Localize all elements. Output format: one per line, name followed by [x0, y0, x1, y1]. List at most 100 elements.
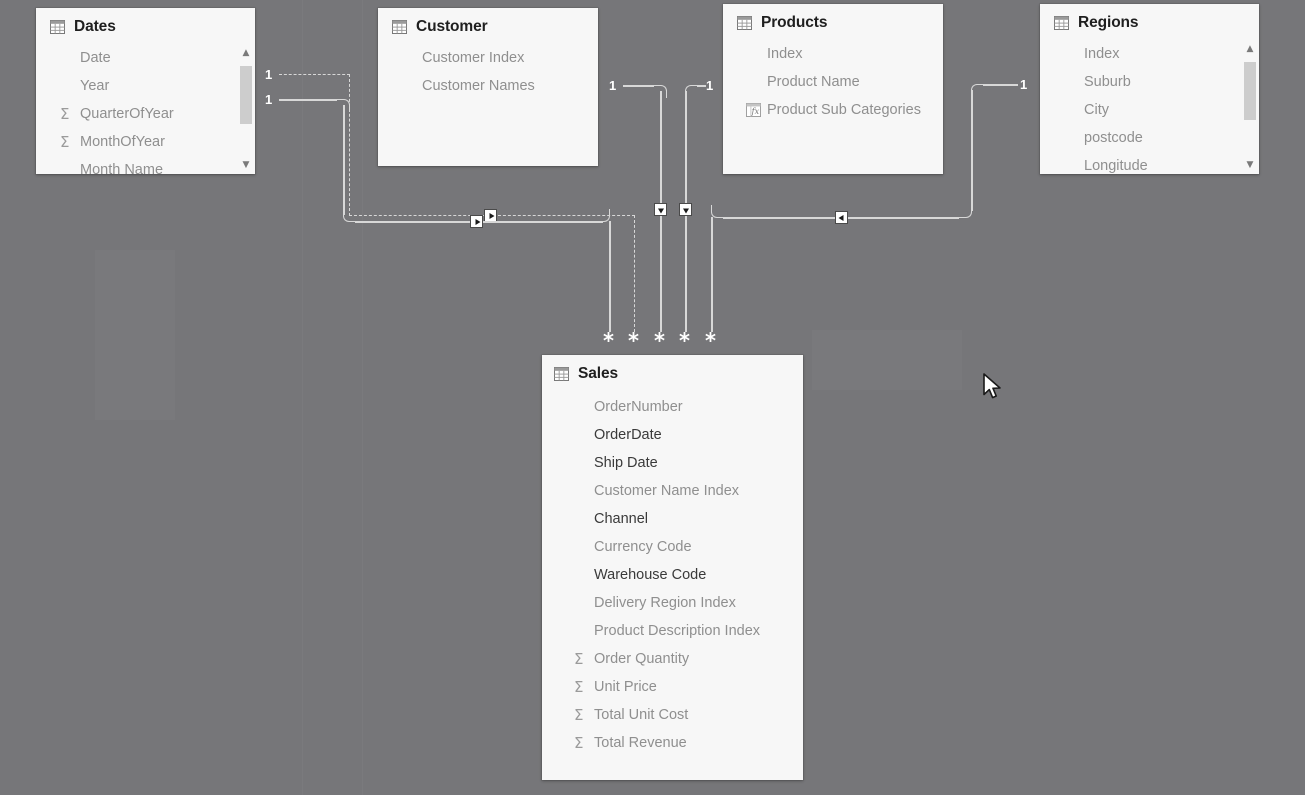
field-row[interactable]: Σ MonthOfYear [36, 128, 255, 156]
field-row[interactable]: City [1040, 96, 1259, 124]
field-row[interactable]: Σ Unit Price [542, 673, 803, 701]
field-row[interactable]: Currency Code [542, 533, 803, 561]
table-title: Dates [74, 18, 116, 35]
table-title: Products [761, 14, 828, 31]
field-label: Product Description Index [594, 623, 761, 639]
cardinality-one-label: 1 [265, 67, 273, 82]
scroll-up-chevron-icon[interactable]: ▲ [1243, 42, 1257, 56]
field-label: Customer Name Index [594, 483, 740, 499]
sigma-icon: Σ [60, 104, 70, 123]
field-label: OrderNumber [594, 399, 683, 415]
scrollbar-thumb[interactable] [1244, 62, 1256, 120]
table-card-header[interactable]: Sales [542, 355, 803, 387]
field-label: Year [80, 78, 110, 94]
field-label: MonthOfYear [80, 134, 165, 150]
field-label: Customer Index [422, 50, 525, 66]
field-row[interactable]: OrderDate [542, 421, 803, 449]
field-row[interactable]: Index [1040, 40, 1259, 68]
svg-text:fx: fx [750, 106, 759, 116]
field-row[interactable]: OrderNumber [542, 393, 803, 421]
field-row[interactable]: Customer Name Index [542, 477, 803, 505]
table-card-products[interactable]: Products Index Product Name fx Product S… [723, 4, 943, 174]
cross-filter-direction-marker[interactable] [654, 203, 667, 216]
relationship-line-segment [634, 215, 635, 332]
field-row[interactable]: Index [723, 40, 943, 68]
field-label: Total Revenue [594, 735, 687, 751]
field-row[interactable]: Longitude [1040, 152, 1259, 174]
field-row[interactable]: Σ Total Revenue [542, 729, 803, 757]
field-row[interactable]: postcode [1040, 124, 1259, 152]
field-label: Index [1084, 46, 1120, 62]
card-scrollbar[interactable]: ▲ ▼ [239, 46, 253, 172]
field-label: City [1084, 102, 1109, 118]
field-row[interactable]: Suburb [1040, 68, 1259, 96]
field-row[interactable]: Channel [542, 505, 803, 533]
cardinality-many-label: * [679, 329, 690, 353]
field-list: OrderNumber OrderDate Ship Date Customer… [542, 387, 803, 757]
scroll-up-chevron-icon[interactable]: ▲ [239, 46, 253, 60]
relationship-line-corner [959, 205, 972, 218]
table-card-header[interactable]: Products [723, 4, 943, 36]
field-row[interactable]: Month Name [36, 156, 255, 174]
calculated-column-icon: fx [746, 103, 761, 117]
cross-filter-direction-marker[interactable] [679, 203, 692, 216]
background-band [302, 0, 303, 795]
field-label: Longitude [1084, 158, 1148, 174]
field-label: Channel [594, 511, 649, 527]
cross-filter-direction-marker[interactable] [470, 215, 483, 228]
model-view-canvas[interactable]: 1 * 1 * 1 * 1 * 1 * Dates Date Year Σ Qu… [0, 0, 1305, 795]
field-list: Customer Index Customer Names [378, 40, 598, 100]
field-label: Ship Date [594, 455, 658, 471]
table-card-dates[interactable]: Dates Date Year Σ QuarterOfYear Σ MonthO… [36, 8, 255, 174]
field-row[interactable]: Year [36, 72, 255, 100]
sigma-icon: Σ [574, 705, 584, 724]
cross-filter-direction-marker[interactable] [835, 211, 848, 224]
field-row[interactable]: Warehouse Code [542, 561, 803, 589]
field-row[interactable]: Date [36, 44, 255, 72]
field-row[interactable]: Delivery Region Index [542, 589, 803, 617]
field-row[interactable]: Ship Date [542, 449, 803, 477]
field-label: Date [80, 50, 111, 66]
field-label: Customer Names [422, 78, 535, 94]
field-row[interactable]: Σ QuarterOfYear [36, 100, 255, 128]
table-card-customer[interactable]: Customer Customer Index Customer Names [378, 8, 598, 166]
relationship-line-corner [685, 85, 698, 98]
field-label: Month Name [80, 162, 164, 174]
cardinality-one-label: 1 [265, 92, 273, 107]
field-row[interactable]: Σ Total Unit Cost [542, 701, 803, 729]
field-label: Product Sub Categories [767, 102, 921, 118]
table-card-sales[interactable]: Sales OrderNumber OrderDate Ship Date Cu… [542, 355, 803, 780]
table-icon [392, 20, 407, 34]
sigma-icon: Σ [574, 677, 584, 696]
cardinality-one-label: 1 [1020, 77, 1028, 92]
field-row[interactable]: Product Name [723, 68, 943, 96]
table-title: Customer [416, 18, 488, 35]
field-row[interactable]: Customer Names [378, 72, 598, 100]
sigma-icon: Σ [60, 132, 70, 151]
cardinality-many-label: * [705, 329, 716, 353]
field-label: Total Unit Cost [594, 707, 689, 723]
table-icon [50, 20, 65, 34]
field-label: OrderDate [594, 427, 662, 443]
field-row[interactable]: fx Product Sub Categories [723, 96, 943, 124]
field-label: Warehouse Code [594, 567, 707, 583]
table-icon [737, 16, 752, 30]
table-card-regions[interactable]: Regions Index Suburb City postcode Longi… [1040, 4, 1259, 174]
scroll-down-chevron-icon[interactable]: ▼ [239, 158, 253, 172]
scroll-down-chevron-icon[interactable]: ▼ [1243, 158, 1257, 172]
field-label: QuarterOfYear [80, 106, 174, 122]
table-card-header[interactable]: Regions [1040, 4, 1259, 36]
card-scrollbar[interactable]: ▲ ▼ [1243, 42, 1257, 172]
relationship-line-segment [349, 74, 350, 216]
field-row[interactable]: Product Description Index [542, 617, 803, 645]
cardinality-one-label: 1 [609, 78, 617, 93]
table-card-header[interactable]: Customer [378, 8, 598, 40]
table-card-header[interactable]: Dates [36, 8, 255, 40]
relationship-line-segment [697, 85, 706, 87]
field-row[interactable]: Σ Order Quantity [542, 645, 803, 673]
cardinality-many-label: * [603, 329, 614, 353]
field-list: Index Product Name fx Product Sub Catego… [723, 36, 943, 124]
scrollbar-thumb[interactable] [240, 66, 252, 124]
field-row[interactable]: Customer Index [378, 44, 598, 72]
relationship-line-segment [279, 74, 350, 75]
